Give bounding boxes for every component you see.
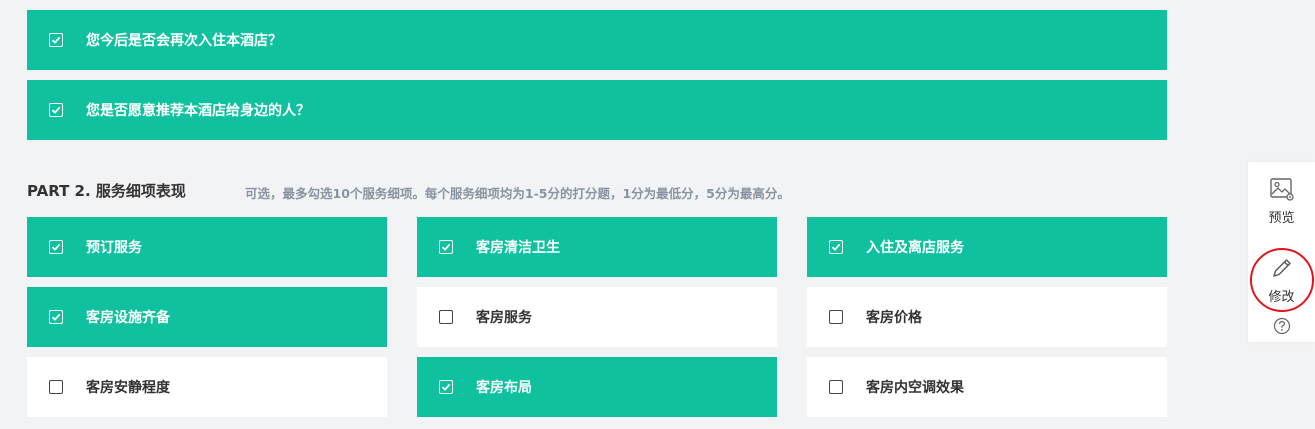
service-item-card[interactable]: 预订服务 — [27, 217, 387, 277]
service-item-label: 客房清洁卫生 — [476, 240, 560, 256]
checkbox-checked-icon[interactable] — [49, 103, 63, 117]
checkbox-checked-icon[interactable] — [439, 380, 453, 394]
checkbox-unchecked-icon[interactable] — [439, 310, 453, 324]
checkbox-unchecked-icon[interactable] — [49, 380, 63, 394]
question-label: 您是否愿意推荐本酒店给身边的人？ — [86, 103, 310, 119]
help-button[interactable] — [1248, 317, 1315, 335]
checkbox-checked-icon[interactable] — [829, 240, 843, 254]
checkbox-checked-icon[interactable] — [49, 240, 63, 254]
checkbox-checked-icon[interactable] — [49, 310, 63, 324]
service-item-label: 客房服务 — [476, 310, 532, 326]
service-item-label: 入住及离店服务 — [866, 240, 964, 256]
service-item-card[interactable]: 入住及离店服务 — [807, 217, 1167, 277]
service-item-label: 客房布局 — [476, 380, 532, 396]
help-circle-icon — [1273, 317, 1290, 335]
service-item-label: 预订服务 — [86, 240, 142, 256]
service-item-card[interactable]: 客房安静程度 — [27, 357, 387, 417]
highlight-circle-annotation — [1250, 248, 1314, 312]
service-item-card[interactable]: 客房内空调效果 — [807, 357, 1167, 417]
service-item-card[interactable]: 客房服务 — [417, 287, 777, 347]
service-item-label: 客房设施齐备 — [86, 310, 170, 326]
question-label: 您今后是否会再次入住本酒店？ — [86, 33, 282, 49]
section-title: PART 2. 服务细项表现 — [27, 182, 186, 200]
question-card-return[interactable]: 您今后是否会再次入住本酒店？ — [27, 10, 1167, 70]
checkbox-unchecked-icon[interactable] — [829, 310, 843, 324]
service-item-label: 客房内空调效果 — [866, 380, 964, 396]
service-item-label: 客房安静程度 — [86, 380, 170, 396]
section-description: 可选，最多勾选10个服务细项。每个服务细项均为1-5分的打分题，1分为最低分，5… — [245, 186, 790, 201]
service-item-card[interactable]: 客房设施齐备 — [27, 287, 387, 347]
service-item-card[interactable]: 客房清洁卫生 — [417, 217, 777, 277]
service-item-card[interactable]: 客房布局 — [417, 357, 777, 417]
checkbox-checked-icon[interactable] — [439, 240, 453, 254]
preview-label: 预览 — [1268, 211, 1295, 226]
image-preview-icon — [1269, 178, 1294, 201]
preview-button[interactable]: 预览 — [1248, 176, 1315, 226]
question-card-recommend[interactable]: 您是否愿意推荐本酒店给身边的人？ — [27, 80, 1167, 140]
checkbox-unchecked-icon[interactable] — [829, 380, 843, 394]
service-item-label: 客房价格 — [866, 310, 922, 326]
checkbox-checked-icon[interactable] — [49, 33, 63, 47]
service-item-card[interactable]: 客房价格 — [807, 287, 1167, 347]
